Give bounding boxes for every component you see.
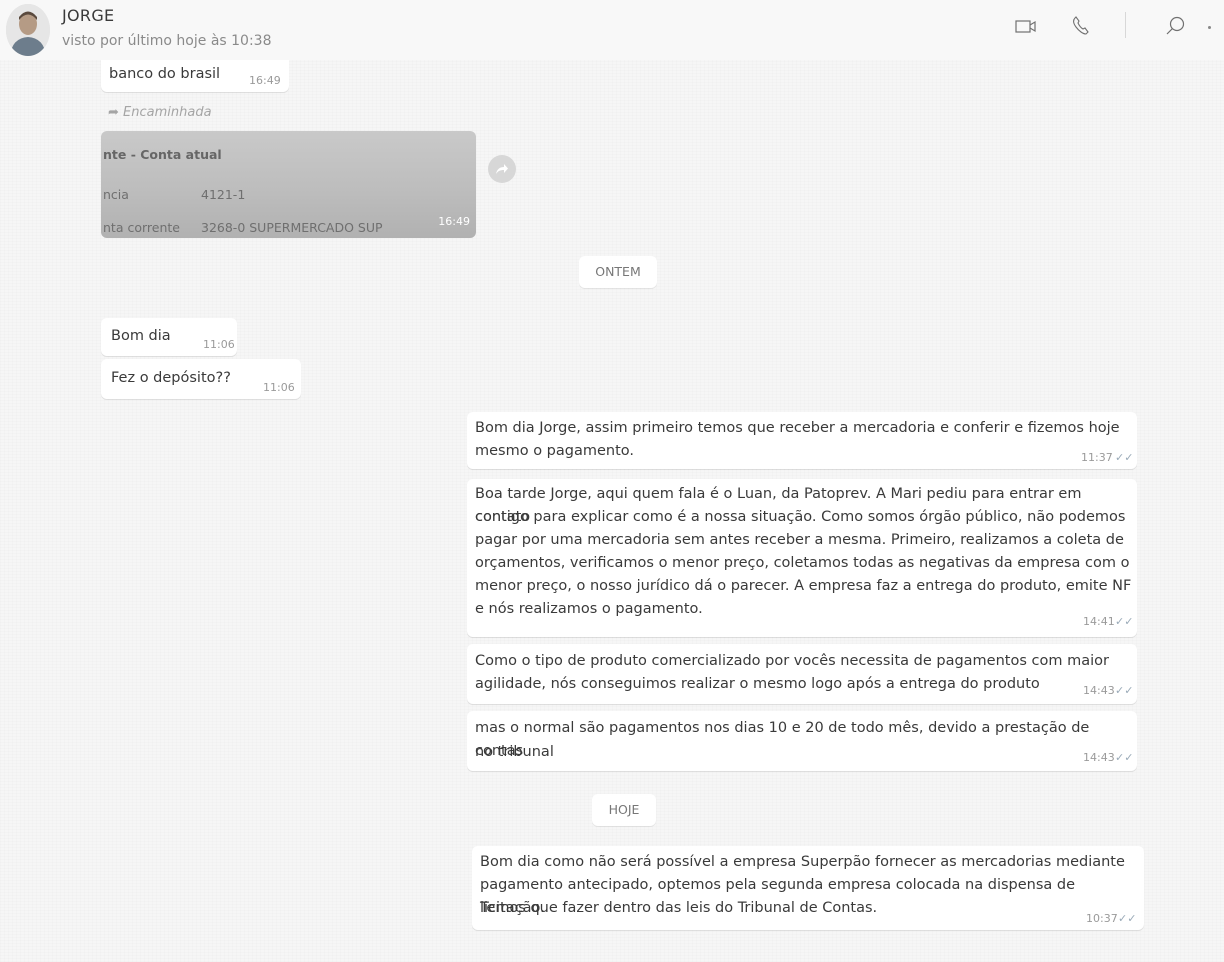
message-bubble-outgoing: Bom dia Jorge, assim primeiro temos que …	[467, 412, 1137, 469]
forward-arrow-icon: ➦	[108, 105, 119, 120]
message-text: Fez o depósito??	[111, 370, 231, 386]
read-ticks-icon: ✓✓	[1115, 751, 1134, 764]
message-time: 11:06	[263, 381, 295, 394]
message-bubble-incoming: banco do brasil 16:49	[101, 60, 289, 92]
forwarded-image-message[interactable]: nte - Conta atual ncia 4121-1 nta corren…	[101, 131, 476, 238]
image-text-value: 4121-1	[201, 187, 246, 202]
read-ticks-icon: ✓✓	[1115, 684, 1134, 697]
message-text-line: contigo para explicar como é a nossa sit…	[475, 509, 1126, 525]
message-time: 14:43	[1083, 684, 1115, 697]
message-time: 11:37	[1081, 451, 1113, 464]
message-text-line: menor preço, o nosso jurídico dá o parec…	[475, 578, 1132, 594]
message-text-line: Como o tipo de produto comercializado po…	[475, 653, 1109, 669]
message-text-line: pagar por uma mercadoria sem antes receb…	[475, 532, 1124, 548]
message-bubble-outgoing: Bom dia como não será possível a empresa…	[472, 846, 1144, 930]
search-icon[interactable]	[1160, 10, 1192, 42]
message-text-line: e nós realizamos o pagamento.	[475, 601, 703, 617]
date-divider: HOJE	[592, 794, 656, 826]
message-text-line: Bom dia como não será possível a empresa…	[480, 854, 1125, 870]
message-text-line: agilidade, nós conseguimos realizar o me…	[475, 676, 1040, 692]
message-time: 16:49	[438, 215, 470, 228]
last-seen-status: visto por último hoje às 10:38	[62, 33, 272, 49]
message-bubble-outgoing: Boa tarde Jorge, aqui quem fala é o Luan…	[467, 479, 1137, 637]
message-bubble-incoming: Bom dia 11:06	[101, 318, 237, 356]
read-ticks-icon: ✓✓	[1118, 912, 1137, 925]
message-text-line: orçamentos, verificamos o menor preço, c…	[475, 555, 1130, 571]
message-text-line: no tribunal	[475, 744, 554, 760]
image-text-label: nta corrente	[103, 220, 180, 235]
contact-name[interactable]: JORGE	[62, 6, 114, 25]
chat-header: JORGE visto por último hoje às 10:38	[0, 0, 1224, 60]
forward-share-icon[interactable]	[488, 155, 516, 183]
message-time: 16:49	[249, 74, 281, 87]
message-text-line: Temos que fazer dentro das leis do Tribu…	[480, 900, 878, 916]
forwarded-text: Encaminhada	[123, 105, 212, 120]
message-text-line: mas o normal são pagamentos nos dias 10 …	[475, 720, 1090, 759]
message-text: Bom dia	[111, 328, 171, 344]
header-separator	[1125, 12, 1126, 38]
voice-call-icon[interactable]	[1065, 10, 1097, 42]
message-bubble-outgoing: Como o tipo de produto comercializado po…	[467, 644, 1137, 704]
menu-icon[interactable]	[1208, 26, 1211, 29]
message-time: 14:41	[1083, 615, 1115, 628]
message-time: 11:06	[203, 338, 235, 351]
image-text-label: ncia	[103, 187, 129, 202]
image-text-value: 3268-0 SUPERMERCADO SUP	[201, 220, 383, 235]
message-text-line: mesmo o pagamento.	[475, 443, 635, 459]
read-ticks-icon: ✓✓	[1115, 451, 1134, 464]
message-text-line: Bom dia Jorge, assim primeiro temos que …	[475, 420, 1120, 436]
read-ticks-icon: ✓✓	[1115, 615, 1134, 628]
message-bubble-outgoing: mas o normal são pagamentos nos dias 10 …	[467, 711, 1137, 771]
image-text-line: nte - Conta atual	[103, 147, 222, 162]
message-text: banco do brasil	[109, 66, 221, 82]
video-call-icon[interactable]	[1010, 10, 1042, 42]
message-time: 10:37	[1086, 912, 1118, 925]
date-divider: ONTEM	[579, 256, 657, 288]
avatar[interactable]	[6, 4, 50, 56]
message-time: 14:43	[1083, 751, 1115, 764]
forwarded-label: ➦ Encaminhada	[108, 105, 212, 120]
message-bubble-incoming: Fez o depósito?? 11:06	[101, 359, 301, 399]
